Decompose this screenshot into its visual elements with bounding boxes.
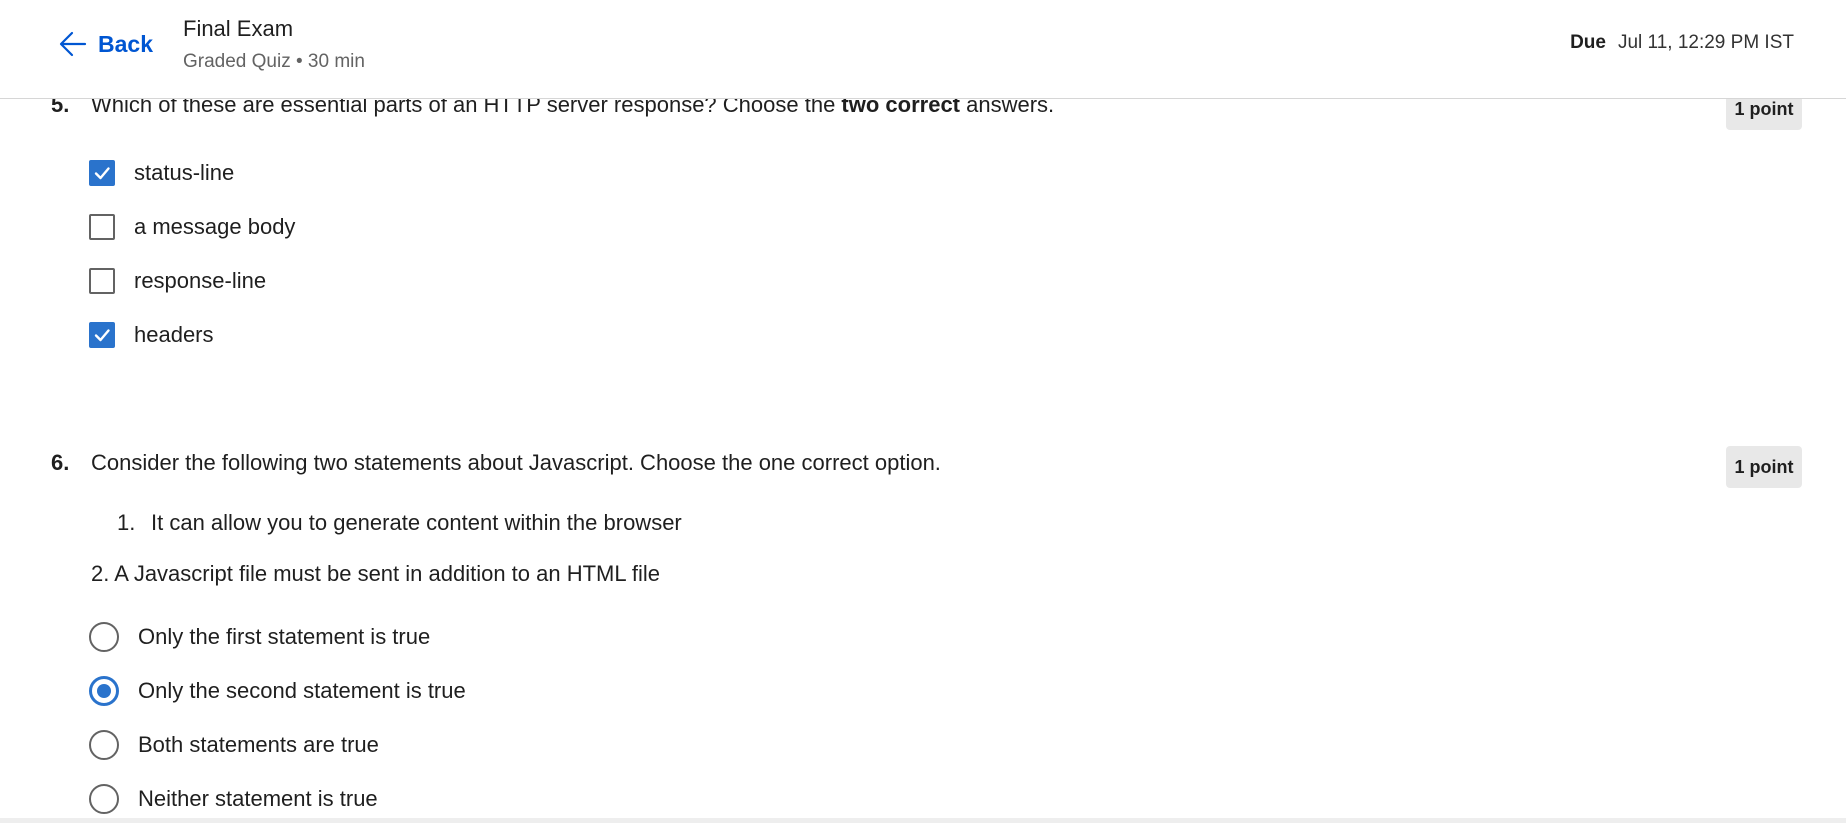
option-label: Both statements are true [138,732,379,757]
option-message-body[interactable]: a message body [89,212,295,242]
option-label: status-line [134,160,235,185]
page-title: Final Exam [183,16,294,41]
title-block: Final Exam Graded Quiz • 30 min [183,14,365,76]
statement-1-number: 1. [117,510,136,535]
radio-selected-dot [97,684,111,698]
statement-2: 2. A Javascript file must be sent in add… [91,561,661,586]
check-icon [94,167,110,180]
checkbox[interactable] [89,322,115,348]
quiz-page: 5. Which of these are essential parts of… [0,0,1846,823]
option-label: Only the second statement is true [138,678,466,703]
checkbox[interactable] [89,160,115,186]
option-headers[interactable]: headers [89,320,214,350]
points-badge: 1 point [1726,446,1802,488]
page-subtitle: Graded Quiz • 30 min [183,51,365,72]
option-label: response-line [134,268,267,293]
option-both-true[interactable]: Both statements are true [89,730,379,760]
statement-1: It can allow you to generate content wit… [151,510,682,535]
option-response-line[interactable]: response-line [89,266,266,296]
radio-button[interactable] [89,730,119,760]
radio-button[interactable] [89,784,119,814]
option-first-true[interactable]: Only the first statement is true [89,622,430,652]
due-value: Jul 11, 12:29 PM IST [1617,32,1794,53]
back-label: Back [98,30,153,57]
radio-button[interactable] [89,622,119,652]
check-icon [94,329,110,342]
due-label: Due [1570,32,1606,53]
option-label: headers [134,322,214,347]
due-date: Due Jul 11, 12:29 PM IST [1570,32,1794,54]
question-number: 6. [51,450,70,475]
quiz-header: Back Final Exam Graded Quiz • 30 min Due… [0,0,1846,99]
option-label: a message body [134,214,296,239]
option-neither-true[interactable]: Neither statement is true [89,784,378,814]
option-label: Neither statement is true [138,786,378,811]
option-status-line[interactable]: status-line [89,158,234,188]
back-button[interactable]: Back [58,28,153,60]
checkbox[interactable] [89,268,115,294]
bottom-divider [0,818,1846,823]
option-second-true[interactable]: Only the second statement is true [89,676,466,706]
radio-button[interactable] [89,676,119,706]
arrow-left-icon [59,31,87,57]
question-text: Consider the following two statements ab… [91,450,941,475]
checkbox[interactable] [89,214,115,240]
option-label: Only the first statement is true [138,624,431,649]
